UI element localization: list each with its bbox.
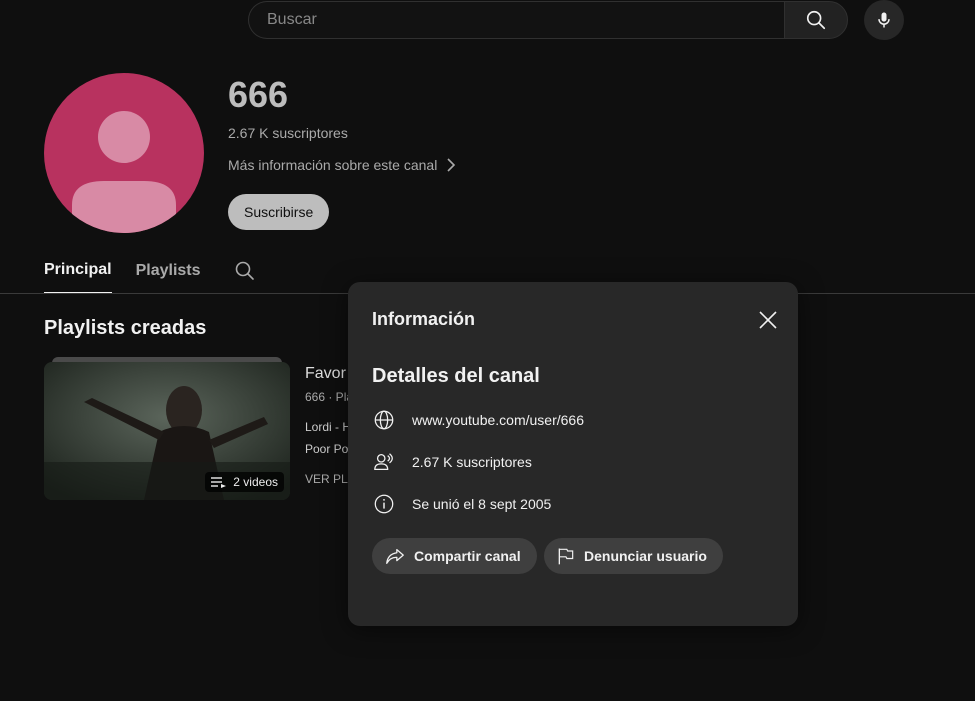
report-user-button[interactable]: Denunciar usuario bbox=[544, 538, 723, 574]
share-channel-label: Compartir canal bbox=[414, 548, 521, 564]
more-info-label: Más información sobre este canal bbox=[228, 157, 438, 173]
voice-search-button[interactable] bbox=[864, 0, 904, 40]
playlist-meta: 666 · Pla bbox=[305, 390, 354, 404]
close-icon bbox=[759, 311, 777, 329]
section-title: Playlists creadas bbox=[44, 317, 207, 339]
microphone-icon bbox=[878, 12, 890, 28]
channel-url-row: www.youtube.com/user/666 bbox=[372, 408, 584, 432]
video-count-badge: 2 videos bbox=[205, 472, 284, 492]
people-icon bbox=[372, 450, 396, 474]
search-button[interactable] bbox=[784, 1, 848, 39]
chevron-right-icon bbox=[447, 158, 456, 172]
playlist-title[interactable]: Favor bbox=[305, 365, 346, 383]
playlist-video-item: Lordi - H bbox=[305, 420, 352, 434]
search-input[interactable] bbox=[265, 10, 784, 30]
globe-icon bbox=[372, 408, 396, 432]
search-bar bbox=[248, 0, 848, 40]
search-icon[interactable] bbox=[233, 259, 257, 283]
youtube-channel-page: 666 2.67 K suscriptores Más información … bbox=[0, 0, 975, 701]
search-box[interactable] bbox=[248, 1, 784, 39]
flag-icon bbox=[558, 548, 574, 565]
channel-details-heading: Detalles del canal bbox=[372, 365, 540, 387]
joined-row: Se unió el 8 sept 2005 bbox=[372, 492, 551, 516]
share-icon bbox=[386, 548, 404, 564]
tab-principal[interactable]: Principal bbox=[44, 258, 112, 294]
info-icon bbox=[372, 492, 396, 516]
subscribers-text: 2.67 K suscriptores bbox=[412, 454, 532, 470]
playlist-video-item: Poor Po bbox=[305, 442, 349, 456]
subscribers-row: 2.67 K suscriptores bbox=[372, 450, 532, 474]
subscriber-count: 2.67 K suscriptores bbox=[228, 125, 348, 141]
close-button[interactable] bbox=[752, 304, 784, 336]
tab-playlists[interactable]: Playlists bbox=[136, 259, 201, 293]
default-avatar-icon bbox=[72, 111, 176, 233]
channel-url[interactable]: www.youtube.com/user/666 bbox=[412, 412, 584, 428]
playlist-thumbnail[interactable]: 2 videos bbox=[44, 362, 290, 500]
search-icon bbox=[806, 10, 826, 30]
channel-tabs: Principal Playlists bbox=[44, 258, 257, 294]
playlist-icon bbox=[211, 477, 227, 488]
report-user-label: Denunciar usuario bbox=[584, 548, 707, 564]
channel-info-dialog: Información Detalles del canal www.youtu… bbox=[348, 282, 798, 626]
joined-date: Se unió el 8 sept 2005 bbox=[412, 496, 552, 512]
channel-name: 666 bbox=[228, 74, 289, 115]
subscribe-button[interactable]: Suscribirse bbox=[228, 194, 330, 230]
video-count: 2 videos bbox=[233, 475, 278, 489]
dialog-title: Información bbox=[372, 309, 476, 329]
avatar bbox=[44, 73, 204, 233]
share-channel-button[interactable]: Compartir canal bbox=[372, 538, 537, 574]
more-info-link[interactable]: Más información sobre este canal bbox=[228, 157, 457, 173]
